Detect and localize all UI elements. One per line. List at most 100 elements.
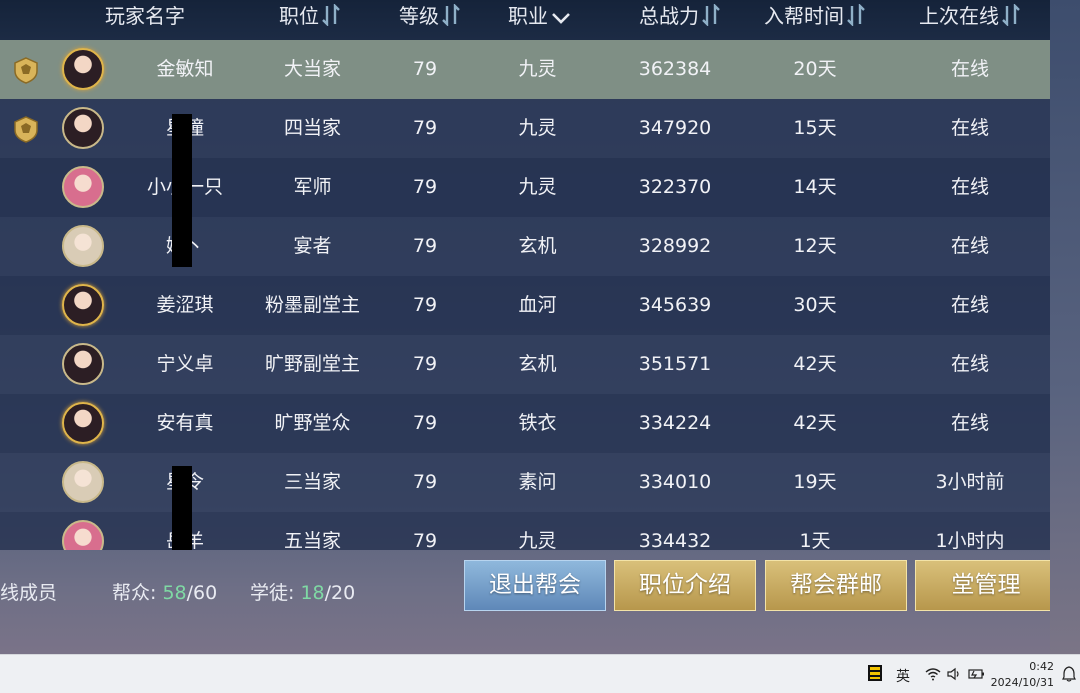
cell-position: 旷野堂众 xyxy=(274,412,351,434)
member-row[interactable]: 宁义卓 旷野副堂主 79 玄机 351571 42天 在线 xyxy=(0,335,1054,394)
avatar[interactable] xyxy=(62,48,104,90)
position-info-button[interactable]: 职位介绍 xyxy=(614,560,756,611)
column-header-label: 上次在线 xyxy=(919,4,999,28)
leave-guild-button[interactable]: 退出帮会 xyxy=(464,560,606,611)
member-row[interactable]: 小小一只军师79九灵32237014天在线 xyxy=(0,158,1054,217)
avatar[interactable] xyxy=(62,343,104,385)
apprentice-count-label: 学徒: xyxy=(250,582,295,604)
cell-class: 玄机 xyxy=(518,353,557,375)
sort-icon[interactable] xyxy=(321,4,341,26)
app-tray-icon[interactable] xyxy=(866,663,884,687)
cell-join-time: 15天 xyxy=(793,117,837,139)
hall-management-button[interactable]: 堂管理 xyxy=(915,560,1057,611)
ime-indicator[interactable]: 英 xyxy=(896,666,910,686)
cell-power: 322370 xyxy=(638,176,712,198)
member-row[interactable]: 婉丶宴者79玄机32899212天在线 xyxy=(0,217,1054,276)
avatar[interactable] xyxy=(62,225,104,267)
notification-icon[interactable] xyxy=(1062,666,1076,686)
cell-join-time: 12天 xyxy=(793,235,837,257)
leader-badge-icon xyxy=(14,57,38,84)
cell-player-name: 金敏知 xyxy=(156,58,214,80)
redaction-bar xyxy=(172,466,192,550)
column-header-join-time[interactable]: 入帮时间 xyxy=(750,0,880,32)
chevron-down-icon[interactable] xyxy=(550,10,572,26)
battery-icon[interactable] xyxy=(968,666,986,685)
cell-power: 334432 xyxy=(638,530,712,550)
member-row[interactable]: 岳羊五当家79九灵3344321天1小时内 xyxy=(0,512,1054,550)
cell-level: 79 xyxy=(412,412,438,434)
column-header-label: 总战力 xyxy=(639,4,699,28)
member-count-label: 帮众: xyxy=(112,582,157,604)
cell-level: 79 xyxy=(412,294,438,316)
column-header-player-name: 玩家名字 xyxy=(60,0,230,32)
sort-icon[interactable] xyxy=(1001,4,1021,26)
cell-position: 粉墨副堂主 xyxy=(264,294,360,316)
cell-class: 铁衣 xyxy=(518,412,557,434)
avatar[interactable] xyxy=(62,520,104,550)
clock-date: 2024/10/31 xyxy=(990,676,1054,689)
cell-last-online: 在线 xyxy=(950,176,989,198)
windows-taskbar: 英 0:42 2024/10/31 xyxy=(0,654,1080,693)
member-row[interactable]: 星令三当家79素问33401019天3小时前 xyxy=(0,453,1054,512)
cell-position: 四当家 xyxy=(283,117,341,139)
column-header-class[interactable]: 职业 xyxy=(480,0,600,32)
wifi-icon[interactable] xyxy=(925,666,941,685)
cell-class: 九灵 xyxy=(518,117,557,139)
apprentice-count-current: 18 xyxy=(300,582,325,604)
member-row[interactable]: 姜涩琪 粉墨副堂主 79 血河 345639 30天 在线 xyxy=(0,276,1054,335)
avatar[interactable] xyxy=(62,284,104,326)
cell-last-online: 在线 xyxy=(950,235,989,257)
cell-player-name: 安有真 xyxy=(156,412,214,434)
cell-power: 334224 xyxy=(638,412,712,434)
cell-level: 79 xyxy=(412,58,438,80)
column-header-label: 入帮时间 xyxy=(764,4,844,28)
clock-time: 0:42 xyxy=(1029,660,1054,673)
avatar[interactable] xyxy=(62,166,104,208)
cell-power: 345639 xyxy=(638,294,712,316)
cell-join-time: 14天 xyxy=(793,176,837,198)
cell-position: 五当家 xyxy=(283,530,341,550)
avatar[interactable] xyxy=(62,402,104,444)
apprentice-count: 学徒: 18/20 xyxy=(250,578,355,605)
member-row[interactable]: 金敏知 大当家 79 九灵 362384 20天 在线 xyxy=(0,40,1054,99)
volume-icon[interactable] xyxy=(946,666,962,685)
cell-level: 79 xyxy=(412,530,438,550)
column-header-last-online[interactable]: 上次在线 xyxy=(895,0,1045,32)
system-clock[interactable]: 0:42 2024/10/31 xyxy=(991,659,1054,691)
sort-icon[interactable] xyxy=(441,4,461,26)
cell-join-time: 1天 xyxy=(799,530,831,550)
redaction-bar xyxy=(172,114,192,267)
cell-last-online: 在线 xyxy=(950,353,989,375)
column-header-label: 职位 xyxy=(279,4,319,28)
cell-class: 九灵 xyxy=(518,176,557,198)
cell-class: 血河 xyxy=(518,294,557,316)
member-list[interactable]: 金敏知大当家79九灵36238420天在线星瞳四当家79九灵34792015天在… xyxy=(0,40,1054,550)
column-header-label: 职业 xyxy=(508,4,548,28)
cell-last-online: 在线 xyxy=(950,58,989,80)
sort-icon[interactable] xyxy=(701,4,721,26)
guild-mail-button[interactable]: 帮会群邮 xyxy=(765,560,907,611)
cell-class: 九灵 xyxy=(518,58,557,80)
column-header-position[interactable]: 职位 xyxy=(240,0,380,32)
cell-class: 九灵 xyxy=(518,530,557,550)
cell-join-time: 19天 xyxy=(793,471,837,493)
cell-join-time: 30天 xyxy=(793,294,837,316)
member-count: 帮众: 58/60 xyxy=(112,578,217,605)
avatar[interactable] xyxy=(62,107,104,149)
cell-class: 素问 xyxy=(518,471,557,493)
leader-badge-icon xyxy=(14,116,38,143)
guild-members-panel: 玩家名字 职位 等级 职业 总战力 入帮时间 上次在线 金敏知 大当家 79 九灵 362384 20… xyxy=(0,0,1080,654)
cell-class: 玄机 xyxy=(518,235,557,257)
cell-last-online: 3小时前 xyxy=(935,471,1005,493)
column-header-power[interactable]: 总战力 xyxy=(610,0,750,32)
avatar[interactable] xyxy=(62,461,104,503)
cell-power: 351571 xyxy=(638,353,712,375)
column-header-level[interactable]: 等级 xyxy=(380,0,480,32)
member-row[interactable]: 安有真 旷野堂众 79 铁衣 334224 42天 在线 xyxy=(0,394,1054,453)
member-row[interactable]: 星瞳四当家79九灵34792015天在线 xyxy=(0,99,1054,158)
cell-power: 362384 xyxy=(638,58,712,80)
sort-icon[interactable] xyxy=(846,4,866,26)
cell-player-name: 姜涩琪 xyxy=(156,294,214,316)
cell-position: 大当家 xyxy=(283,58,341,80)
online-members-label[interactable]: 线成员 xyxy=(0,578,57,605)
